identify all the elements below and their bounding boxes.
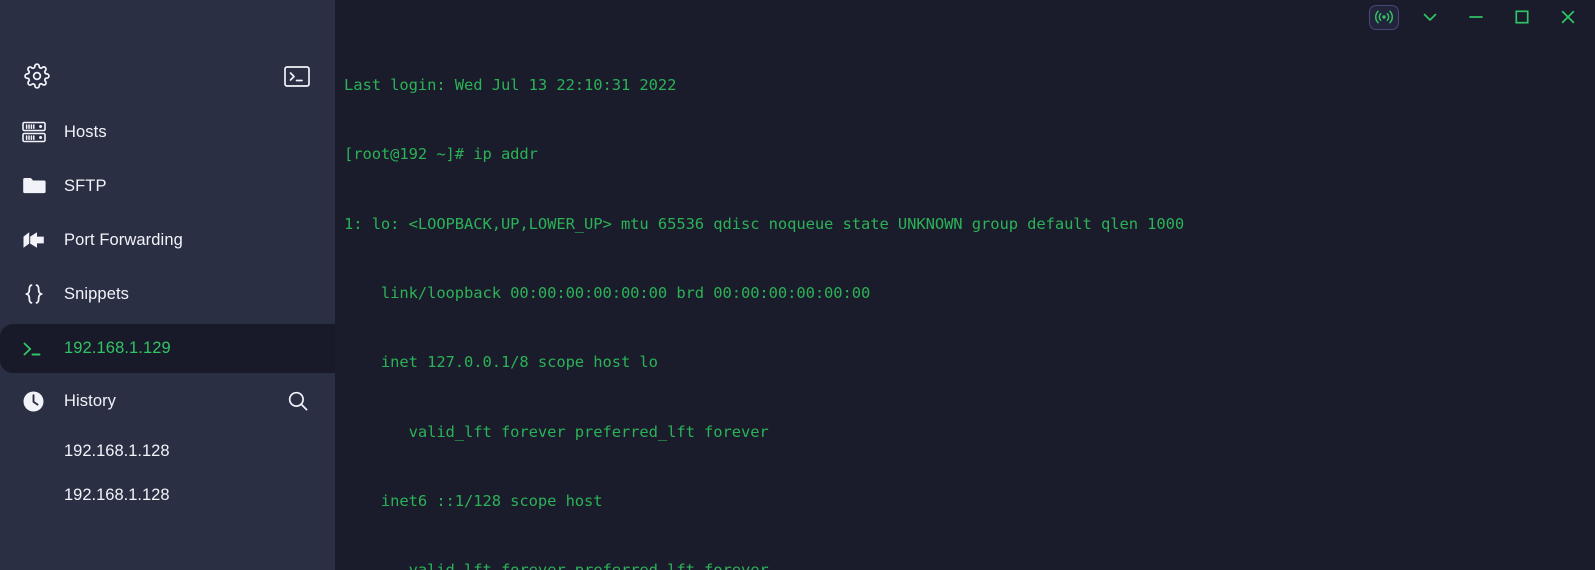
sidebar-item-sftp[interactable]: SFTP xyxy=(0,159,335,213)
sidebar-item-port-forwarding[interactable]: Port Forwarding xyxy=(0,213,335,267)
list-item[interactable]: 192.168.1.128 xyxy=(0,429,335,473)
curly-braces-icon xyxy=(22,283,54,305)
clock-icon xyxy=(22,390,54,413)
terminal-line: [root@192 ~]# ip addr xyxy=(344,145,538,164)
sidebar-item-label: SFTP xyxy=(64,176,107,195)
app-window: Hosts SFTP Port Forwarding Snippets 192.… xyxy=(0,0,1595,570)
terminal-line: link/loopback 00:00:00:00:00:00 brd 00:0… xyxy=(344,284,871,303)
gear-icon[interactable] xyxy=(24,63,50,89)
sidebar-item-label: Hosts xyxy=(64,122,107,141)
broadcast-icon xyxy=(1369,4,1399,30)
terminal-prompt-icon xyxy=(22,340,54,358)
sidebar-toolbar xyxy=(0,63,335,97)
sidebar-item-history[interactable]: History xyxy=(0,373,335,429)
server-rack-icon xyxy=(22,121,54,143)
sidebar-item-label: Port Forwarding xyxy=(64,230,183,249)
forward-arrow-icon xyxy=(22,231,54,249)
sidebar-item-snippets[interactable]: Snippets xyxy=(0,267,335,321)
terminal-line: inet 127.0.0.1/8 scope host lo xyxy=(344,353,658,372)
sidebar-item-label: Snippets xyxy=(64,284,130,303)
session-label: 192.168.1.129 xyxy=(64,339,171,357)
history-label: History xyxy=(64,391,117,410)
terminal-line: 1: lo: <LOOPBACK,UP,LOWER_UP> mtu 65536 … xyxy=(344,214,1185,233)
terminal-line: valid_lft forever preferred_lft forever xyxy=(344,559,1595,570)
terminal-output[interactable]: Last login: Wed Jul 13 22:10:31 2022 [ro… xyxy=(344,28,1595,570)
sidebar-item-hosts[interactable]: Hosts xyxy=(0,105,335,159)
sidebar: Hosts SFTP Port Forwarding Snippets 192.… xyxy=(0,0,335,570)
terminal-line: valid_lft forever preferred_lft forever xyxy=(344,422,769,441)
terminal-line: Last login: Wed Jul 13 22:10:31 2022 xyxy=(344,76,677,95)
list-item[interactable]: 192.168.1.128 xyxy=(0,473,335,517)
terminal-line: inet6 ::1/128 scope host xyxy=(344,491,603,510)
folder-icon xyxy=(22,176,54,196)
sidebar-item-session-192-168-1-129[interactable]: 192.168.1.129 xyxy=(0,324,335,373)
search-icon[interactable] xyxy=(287,390,309,412)
terminal-pane: Last login: Wed Jul 13 22:10:31 2022 [ro… xyxy=(335,0,1595,570)
new-terminal-icon[interactable] xyxy=(284,66,310,87)
sidebar-nav: Hosts SFTP Port Forwarding Snippets 192.… xyxy=(0,105,335,517)
